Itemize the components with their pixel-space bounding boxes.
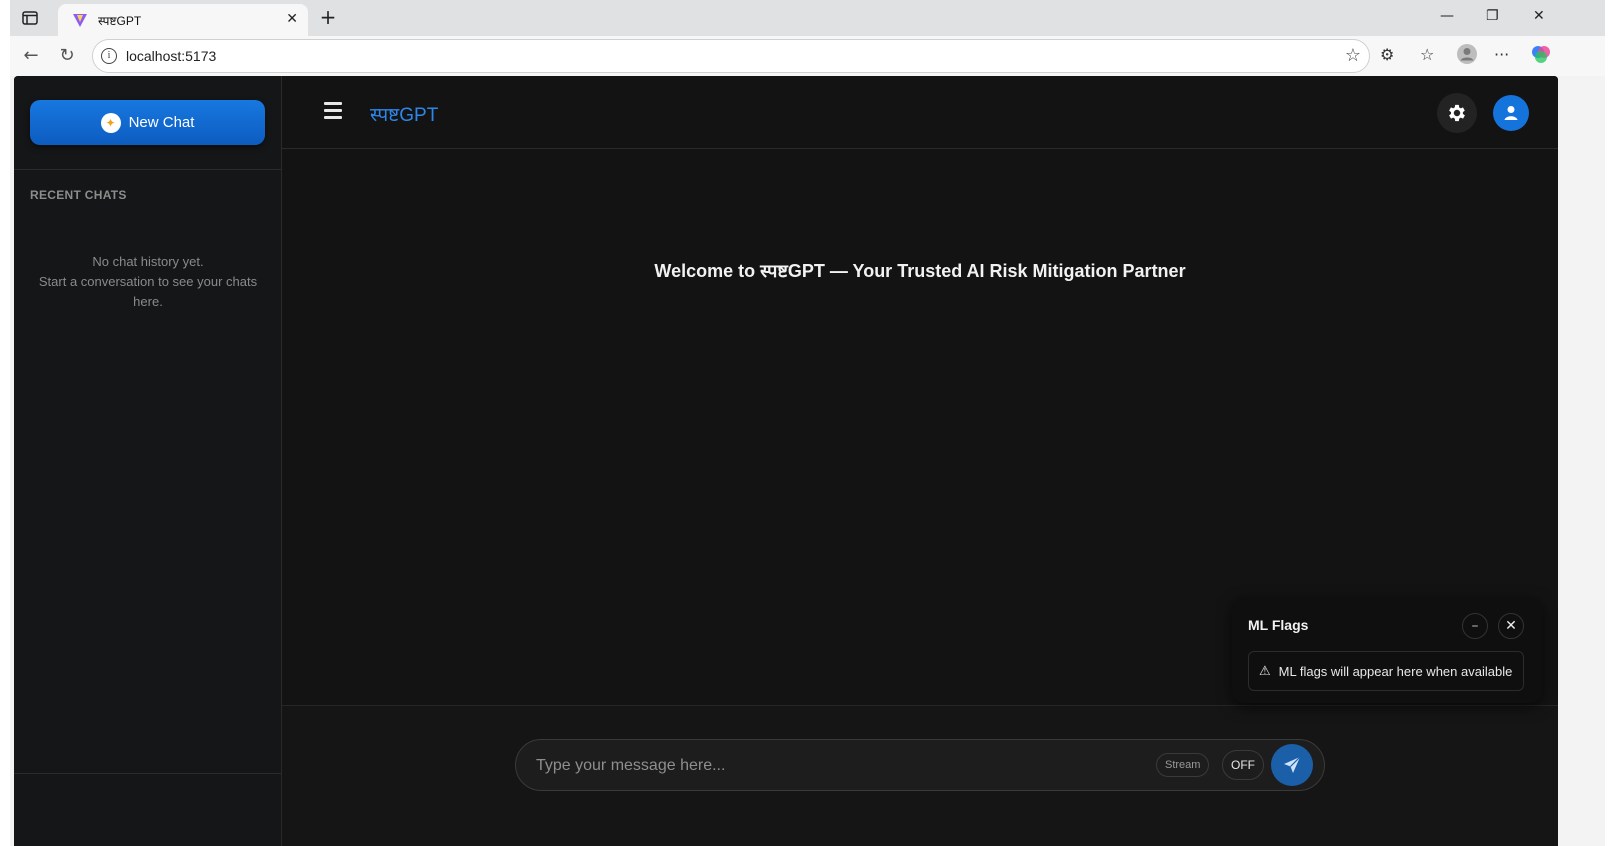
empty-history-line2: Start a conversation to see your chats h… bbox=[38, 274, 258, 309]
sidebar: ✦ New Chat RECENT CHATS No chat history … bbox=[14, 76, 282, 846]
ml-flags-message: ML flags will appear here when available bbox=[1278, 663, 1513, 679]
address-bar[interactable]: i localhost:5173 ☆ bbox=[92, 39, 1370, 73]
sidebar-divider bbox=[14, 169, 282, 170]
stream-toggle[interactable]: OFF bbox=[1222, 750, 1264, 780]
favorites-icon[interactable]: ☆ bbox=[1420, 45, 1434, 64]
sidebar-bottom-divider bbox=[14, 773, 282, 774]
tab-title: स्पष्टGPT bbox=[98, 14, 142, 28]
browser-tab[interactable]: स्पष्टGPT ✕ bbox=[58, 4, 308, 36]
gear-icon bbox=[1449, 104, 1465, 122]
send-button[interactable] bbox=[1271, 744, 1313, 786]
empty-history-line1: No chat history yet. bbox=[92, 254, 204, 269]
settings-button[interactable] bbox=[1437, 93, 1477, 133]
warning-icon: ⚠ bbox=[1259, 663, 1271, 679]
copilot-icon[interactable] bbox=[1530, 43, 1552, 69]
recent-chats-heading: RECENT CHATS bbox=[30, 188, 127, 202]
new-tab-button[interactable]: + bbox=[316, 6, 340, 30]
app-root: ✦ New Chat RECENT CHATS No chat history … bbox=[14, 76, 1558, 846]
stream-label: Stream bbox=[1156, 753, 1210, 777]
restore-icon[interactable]: ❐ bbox=[1486, 8, 1499, 24]
user-icon bbox=[1504, 106, 1518, 120]
url-text: localhost:5173 bbox=[126, 48, 217, 64]
brand-title[interactable]: स्पष्टGPT bbox=[370, 101, 438, 127]
ml-flags-panel: ML Flags – ✕ ⚠ ML flags will appear here… bbox=[1232, 597, 1542, 703]
tab-strip: स्पष्टGPT ✕ + — ❐ ✕ bbox=[10, 0, 1605, 36]
ml-flags-close-button[interactable]: ✕ bbox=[1498, 613, 1524, 639]
tab-actions-icon[interactable] bbox=[20, 8, 40, 28]
reload-icon[interactable]: ↻ bbox=[56, 45, 78, 67]
welcome-heading: Welcome to स्पष्टGPT — Your Trusted AI R… bbox=[654, 261, 1186, 281]
new-chat-label: New Chat bbox=[128, 114, 195, 131]
extensions-icon[interactable]: ⚙ bbox=[1380, 45, 1394, 64]
minimize-icon[interactable]: — bbox=[1440, 8, 1454, 24]
more-options-icon[interactable]: ··· bbox=[1494, 45, 1509, 64]
composer-footer: Stream OFF bbox=[282, 705, 1558, 846]
menu-icon[interactable] bbox=[324, 102, 342, 119]
ml-flags-message-box: ⚠ ML flags will appear here when availab… bbox=[1248, 651, 1524, 691]
site-info-icon[interactable]: i bbox=[101, 48, 117, 64]
browser-window: स्पष्टGPT ✕ + — ❐ ✕ ← ↻ i localhost:5173… bbox=[10, 0, 1605, 846]
ml-flags-title: ML Flags bbox=[1248, 617, 1309, 633]
empty-history-message: No chat history yet. Start a conversatio… bbox=[38, 252, 258, 312]
profile-avatar-icon[interactable] bbox=[1456, 43, 1478, 69]
sparkle-icon: ✦ bbox=[100, 112, 121, 133]
vite-favicon-icon bbox=[73, 14, 87, 27]
new-chat-button[interactable]: ✦ New Chat bbox=[30, 100, 265, 145]
favorite-star-icon[interactable]: ☆ bbox=[1345, 45, 1361, 66]
app-header: स्पष्टGPT bbox=[282, 76, 1558, 149]
composer: Stream OFF bbox=[515, 739, 1325, 791]
tab-close-icon[interactable]: ✕ bbox=[286, 11, 298, 27]
send-icon bbox=[1284, 756, 1301, 773]
ml-flags-minimize-button[interactable]: – bbox=[1462, 613, 1488, 639]
main-panel: स्पष्टGPT Welcome to स्पष्टGPT — Your Tr… bbox=[282, 76, 1558, 846]
back-icon[interactable]: ← bbox=[20, 45, 42, 67]
user-profile-button[interactable] bbox=[1493, 95, 1529, 131]
window-close-icon[interactable]: ✕ bbox=[1533, 8, 1545, 24]
message-input[interactable] bbox=[536, 754, 1136, 778]
browser-toolbar: ← ↻ i localhost:5173 ☆ ⚙ ☆ ··· bbox=[10, 36, 1605, 76]
